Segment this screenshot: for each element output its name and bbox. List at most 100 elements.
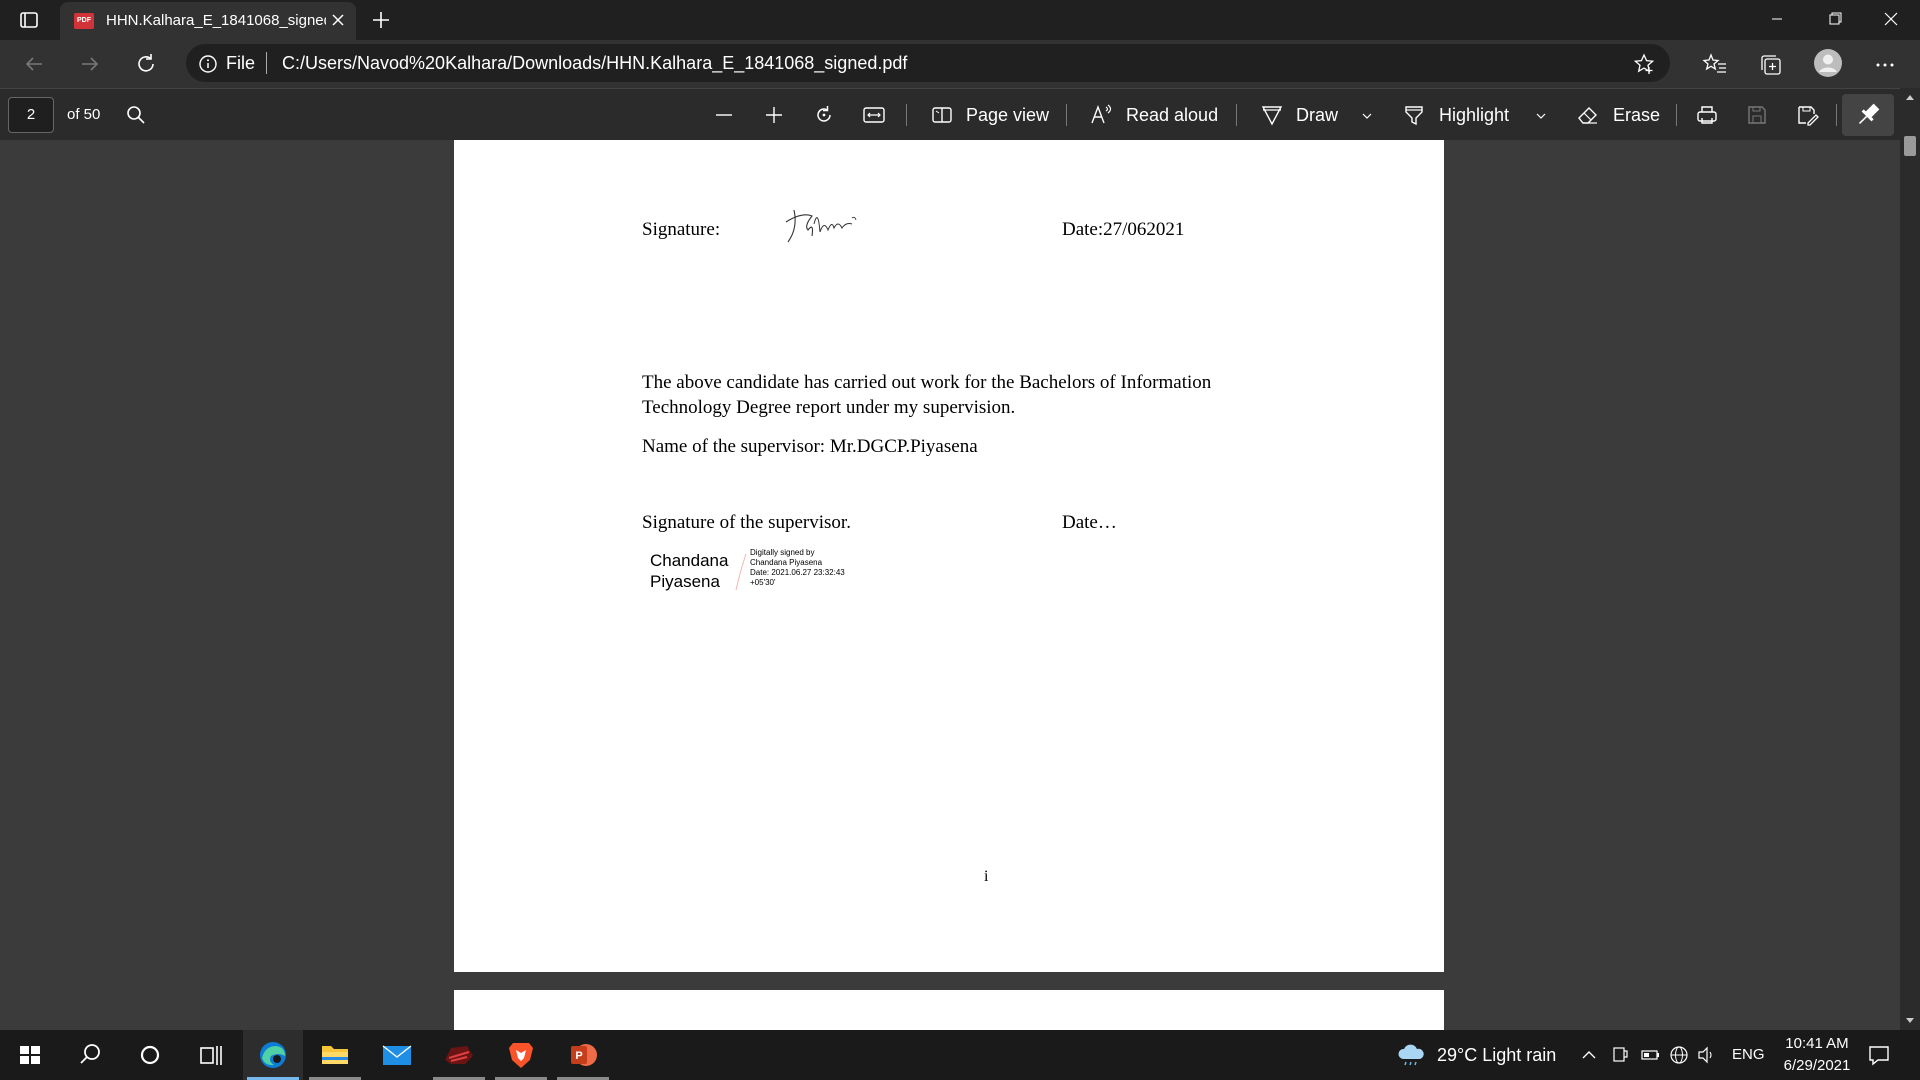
brave-browser-icon[interactable] [491, 1030, 551, 1080]
clock-time[interactable]: 10:41 AM [1774, 1035, 1860, 1052]
digital-signature-stamp[interactable]: Chandana Piyasena Digitally signed by Ch… [650, 546, 878, 596]
search-icon[interactable] [122, 101, 150, 129]
weather-label[interactable]: 29°C Light rain [1437, 1045, 1556, 1066]
pdf-document-viewer[interactable]: Signature: Date:27/062021 The above cand… [0, 140, 1900, 1030]
restore-button[interactable] [1806, 0, 1864, 38]
signer-last-name: Piyasena [650, 572, 720, 591]
fit-to-width-icon[interactable] [860, 101, 888, 129]
info-icon[interactable] [198, 54, 218, 74]
rotate-icon[interactable] [810, 101, 838, 129]
start-button[interactable] [0, 1030, 60, 1080]
signature-detail-line: Digitally signed by [750, 548, 815, 557]
back-button[interactable] [18, 48, 50, 80]
network-globe-icon[interactable] [1668, 1044, 1690, 1066]
notifications-icon[interactable] [1866, 1042, 1892, 1068]
address-field[interactable]: File C:/Users/Navod%20Kalhara/Downloads/… [186, 44, 1670, 82]
url-text[interactable]: C:/Users/Navod%20Kalhara/Downloads/HHN.K… [282, 53, 907, 74]
page-number: i [984, 868, 989, 885]
volume-icon[interactable] [1696, 1045, 1718, 1065]
svg-text:P: P [575, 1050, 582, 1062]
address-divider [266, 52, 267, 74]
toolbar-divider [1676, 104, 1677, 126]
erase-button[interactable]: Erase [1613, 105, 1660, 126]
scroll-up-icon[interactable] [1904, 92, 1916, 102]
chevron-down-icon[interactable] [1360, 109, 1374, 123]
print-icon[interactable] [1693, 101, 1721, 129]
device-icon[interactable] [1611, 1045, 1629, 1065]
tab-close-icon[interactable] [328, 10, 348, 30]
cortana-icon[interactable] [120, 1030, 180, 1080]
game-app-icon[interactable] [429, 1030, 489, 1080]
date-field: Date… [1062, 512, 1117, 533]
powerpoint-icon[interactable]: P [553, 1030, 613, 1080]
battery-icon[interactable] [1640, 1047, 1662, 1063]
pdf-file-icon: PDF [74, 13, 94, 29]
zoom-in-button[interactable] [760, 101, 788, 129]
chevron-up-icon[interactable] [1580, 1046, 1598, 1064]
declaration-paragraph: The above candidate has carried out work… [642, 370, 1282, 420]
toolbar-divider [1236, 104, 1237, 126]
handwritten-signature-image [782, 202, 862, 246]
close-window-button[interactable] [1862, 0, 1920, 38]
signature-details: Digitally signed by Chandana Piyasena Da… [750, 548, 845, 588]
read-aloud-icon[interactable] [1088, 101, 1116, 129]
highlight-icon[interactable] [1400, 101, 1428, 129]
task-view-icon[interactable] [180, 1030, 240, 1080]
save-icon[interactable] [1743, 101, 1771, 129]
chevron-down-icon[interactable] [1534, 109, 1548, 123]
toolbar-divider [906, 104, 907, 126]
tab-title: HHN.Kalhara_E_1841068_signed.pdf [106, 12, 326, 29]
forward-button[interactable] [74, 48, 106, 80]
signature-detail-line: Date: 2021.06.27 23:32:43 [750, 568, 845, 577]
search-icon[interactable] [60, 1030, 120, 1080]
pdf-next-page [454, 990, 1444, 1030]
edge-icon[interactable] [243, 1030, 303, 1080]
signature-detail-line: Chandana Piyasena [750, 558, 823, 567]
page-count-label: of 50 [67, 106, 101, 123]
language-indicator[interactable]: ENG [1732, 1046, 1765, 1063]
refresh-button[interactable] [130, 48, 162, 80]
draw-icon[interactable] [1258, 101, 1286, 129]
scroll-thumb[interactable] [1904, 136, 1916, 156]
mail-icon[interactable] [367, 1030, 427, 1080]
address-scheme-label: File [226, 53, 256, 73]
page-number-input[interactable]: 2 [8, 97, 54, 133]
signature-mark-icon [734, 552, 748, 592]
signer-first-name: Chandana [650, 551, 729, 570]
new-tab-button[interactable] [368, 7, 394, 33]
more-options-icon[interactable] [1870, 50, 1900, 80]
supervisor-name: Name of the supervisor: Mr.DGCP.Piyasena [642, 436, 978, 457]
pin-toolbar-button[interactable] [1842, 94, 1894, 136]
signature-detail-line: +05'30' [750, 578, 776, 587]
toolbar-divider [1836, 104, 1837, 126]
title-bar: PDF HHN.Kalhara_E_1841068_signed.pdf [0, 0, 1920, 40]
page-view-icon[interactable] [928, 101, 956, 129]
windows-taskbar: P 29°C Light rain ENG 10:41 AM 6/29/2021 [0, 1030, 1920, 1080]
clock-date[interactable]: 6/29/2021 [1774, 1057, 1860, 1074]
scroll-down-icon[interactable] [1904, 1016, 1916, 1026]
draw-button[interactable]: Draw [1296, 105, 1338, 126]
tab-active[interactable]: PDF HHN.Kalhara_E_1841068_signed.pdf [60, 2, 356, 40]
highlight-button[interactable]: Highlight [1439, 105, 1509, 126]
read-aloud-button[interactable]: Read aloud [1126, 105, 1218, 126]
save-as-icon[interactable] [1793, 101, 1821, 129]
vertical-scrollbar[interactable] [1900, 88, 1920, 1030]
file-explorer-icon[interactable] [305, 1030, 365, 1080]
page-view-button[interactable]: Page view [966, 105, 1049, 126]
cloud-rain-icon[interactable] [1396, 1043, 1426, 1067]
tab-actions-icon[interactable] [18, 9, 40, 31]
toolbar-divider [1066, 104, 1067, 126]
signature-label: Signature: [642, 219, 721, 240]
paragraph-line: The above candidate has carried out work… [642, 372, 1212, 393]
minimize-button[interactable] [1748, 0, 1806, 38]
date-field: Date:27/062021 [1062, 219, 1185, 240]
add-favorite-icon[interactable] [1632, 52, 1656, 76]
eraser-icon[interactable] [1574, 101, 1602, 129]
favorites-icon[interactable] [1700, 50, 1730, 80]
zoom-out-button[interactable] [710, 101, 738, 129]
profile-avatar-icon[interactable] [1812, 47, 1842, 77]
collections-icon[interactable] [1756, 50, 1786, 80]
supervisor-signature-label: Signature of the supervisor. [642, 512, 851, 533]
paragraph-line: Technology Degree report under my superv… [642, 397, 1016, 418]
pdf-toolbar: 2 of 50 Page view Read aloud Draw Highli… [0, 88, 1920, 140]
